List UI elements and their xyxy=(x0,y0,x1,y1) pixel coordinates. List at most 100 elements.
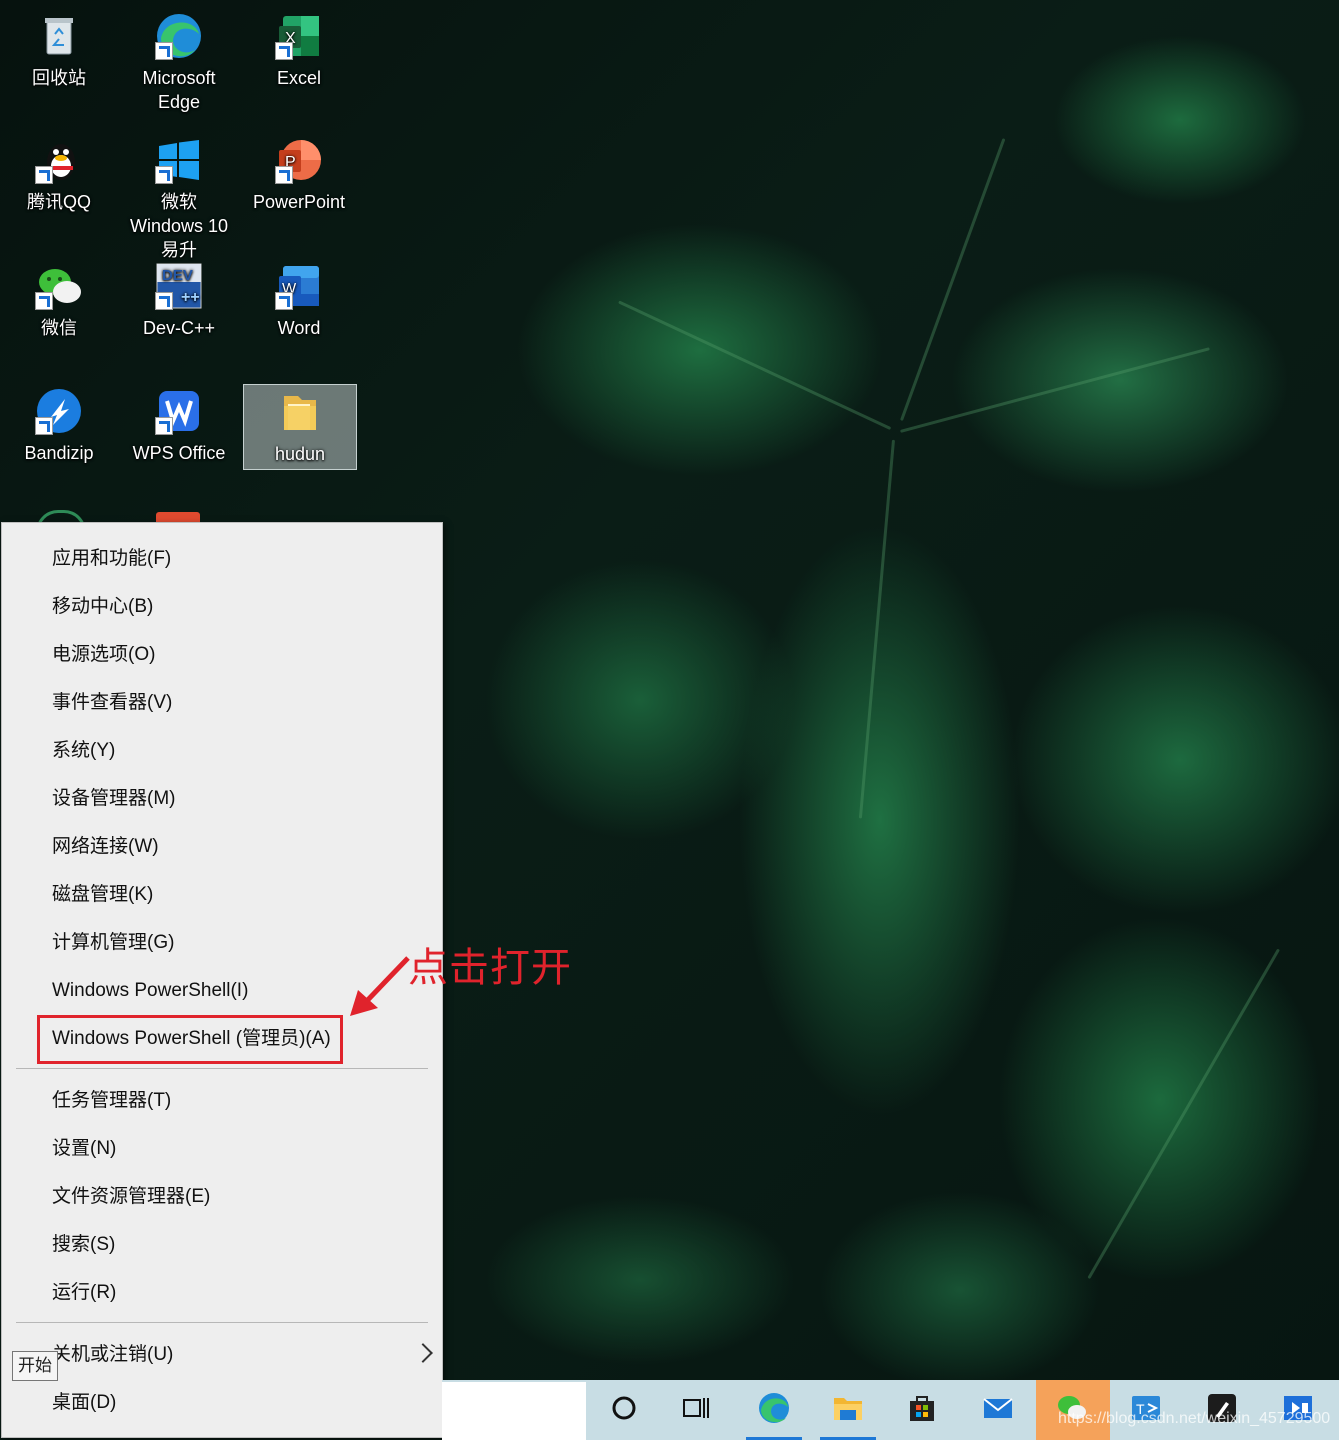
task-view-icon xyxy=(683,1398,709,1418)
taskbar-cortana-button[interactable] xyxy=(594,1380,654,1440)
menu-item-network-connections[interactable]: 网络连接(W) xyxy=(2,823,442,871)
menu-item-label: Windows PowerShell(I) xyxy=(52,980,249,1001)
svg-text:DEV: DEV xyxy=(162,267,193,284)
menu-item-settings[interactable]: 设置(N) xyxy=(2,1125,442,1173)
desktop-icon-edge[interactable]: Microsoft Edge xyxy=(123,4,235,114)
shortcut-arrow-icon xyxy=(275,292,293,310)
wps-icon xyxy=(155,387,203,435)
menu-item-shutdown-signout[interactable]: 关机或注销(U) xyxy=(2,1331,442,1379)
edge-icon xyxy=(759,1393,789,1423)
file-explorer-icon xyxy=(834,1398,862,1420)
menu-item-label: 电源选项(O) xyxy=(52,644,156,665)
desktop-icon-windows-update[interactable]: 微软 Windows 10 易升 xyxy=(123,128,235,262)
shortcut-arrow-icon xyxy=(155,42,173,60)
wallpaper-vein xyxy=(900,347,1210,433)
desktop-icon-qq[interactable]: 腾讯QQ xyxy=(3,128,115,214)
menu-separator xyxy=(16,1068,428,1069)
cortana-icon xyxy=(612,1396,636,1420)
shortcut-arrow-icon xyxy=(35,166,53,184)
shortcut-arrow-icon xyxy=(275,42,293,60)
desktop-icon-excel[interactable]: X Excel xyxy=(243,4,355,90)
menu-item-apps-features[interactable]: 应用和功能(F) xyxy=(2,535,442,583)
menu-item-label: 应用和功能(F) xyxy=(52,548,172,569)
desktop-icon-recycle-bin[interactable]: 回收站 xyxy=(3,4,115,90)
annotation-text: 点击打开 xyxy=(408,946,572,990)
store-icon xyxy=(910,1396,934,1421)
shortcut-arrow-icon xyxy=(155,417,173,435)
menu-item-run[interactable]: 运行(R) xyxy=(2,1269,442,1317)
taskbar-store-button[interactable] xyxy=(892,1380,952,1440)
desktop-icon-wps[interactable]: WPS Office xyxy=(123,379,235,465)
wechat-icon xyxy=(35,262,83,310)
desktop-icon-label: 腾讯QQ xyxy=(26,192,91,212)
taskbar-mail-button[interactable] xyxy=(968,1380,1028,1440)
mail-icon xyxy=(983,1398,1013,1418)
shortcut-arrow-icon xyxy=(155,166,173,184)
bandizip-icon xyxy=(35,387,83,435)
menu-item-disk-management[interactable]: 磁盘管理(K) xyxy=(2,871,442,919)
menu-item-label: 任务管理器(T) xyxy=(52,1090,172,1111)
desktop-icon-label: Bandizip xyxy=(24,443,94,463)
folder-icon xyxy=(276,388,324,436)
taskbar-file-explorer-button[interactable] xyxy=(818,1380,878,1440)
desktop-icon-label: hudun xyxy=(274,444,326,464)
desktop-icon-label: WPS Office xyxy=(132,443,226,463)
menu-item-label: 磁盘管理(K) xyxy=(52,884,154,905)
excel-icon: X xyxy=(275,12,323,60)
menu-item-label: 运行(R) xyxy=(52,1282,117,1303)
taskbar-edge-button[interactable] xyxy=(744,1380,804,1440)
menu-item-label: 事件查看器(V) xyxy=(52,692,173,713)
menu-item-label: 移动中心(B) xyxy=(52,596,154,617)
desktop-icon-powerpoint[interactable]: P PowerPoint xyxy=(243,128,355,214)
word-icon: W xyxy=(275,262,323,310)
desktop-icon-label: 微信 xyxy=(41,318,77,338)
desktop-icon-bandizip[interactable]: Bandizip xyxy=(3,379,115,465)
wallpaper-vein xyxy=(858,439,895,819)
shortcut-arrow-icon xyxy=(275,166,293,184)
shortcut-arrow-icon xyxy=(155,292,173,310)
menu-item-desktop[interactable]: 桌面(D) xyxy=(2,1379,442,1427)
taskbar-search-box[interactable] xyxy=(442,1382,586,1440)
menu-item-file-explorer[interactable]: 文件资源管理器(E) xyxy=(2,1173,442,1221)
menu-item-label: 系统(Y) xyxy=(52,740,116,761)
devcpp-icon: DEV ++ xyxy=(155,262,203,310)
start-tooltip: 开始 xyxy=(12,1351,58,1381)
highlight-box xyxy=(37,1015,343,1064)
wallpaper-vein xyxy=(1087,948,1280,1280)
desktop-icon-devcpp[interactable]: DEV ++ Dev-C++ xyxy=(123,254,235,340)
menu-item-label: 文件资源管理器(E) xyxy=(52,1186,211,1207)
chevron-right-icon xyxy=(413,1343,433,1363)
menu-item-search[interactable]: 搜索(S) xyxy=(2,1221,442,1269)
desktop-icon-label: Dev-C++ xyxy=(142,318,216,338)
menu-item-label: 网络连接(W) xyxy=(52,836,159,857)
desktop-icon-word[interactable]: W Word xyxy=(243,254,355,340)
desktop-icon-label: Word xyxy=(277,318,321,338)
menu-item-label: 计算机管理(G) xyxy=(52,932,175,953)
desktop-icon-label: Excel xyxy=(276,68,321,88)
menu-item-label: 设备管理器(M) xyxy=(52,788,176,809)
wallpaper-vein xyxy=(618,300,892,430)
taskbar-task-view-button[interactable] xyxy=(666,1380,726,1440)
annotation-arrow-icon xyxy=(350,956,410,1016)
windows-icon xyxy=(155,136,203,184)
menu-item-label: 搜索(S) xyxy=(52,1234,116,1255)
menu-item-event-viewer[interactable]: 事件查看器(V) xyxy=(2,679,442,727)
menu-separator xyxy=(16,1322,428,1323)
wallpaper-vein xyxy=(900,138,1006,422)
menu-item-device-manager[interactable]: 设备管理器(M) xyxy=(2,775,442,823)
recycle-bin-icon xyxy=(35,12,83,60)
desktop-icon-wechat[interactable]: 微信 xyxy=(3,254,115,340)
menu-item-mobility-center[interactable]: 移动中心(B) xyxy=(2,583,442,631)
menu-item-system[interactable]: 系统(Y) xyxy=(2,727,442,775)
menu-item-label: 设置(N) xyxy=(52,1138,117,1159)
desktop-icon-label: Microsoft Edge xyxy=(142,68,216,112)
menu-item-power-options[interactable]: 电源选项(O) xyxy=(2,631,442,679)
menu-item-task-manager[interactable]: 任务管理器(T) xyxy=(2,1077,442,1125)
powerpoint-icon: P xyxy=(275,136,323,184)
desktop-icon-hudun-folder[interactable]: hudun xyxy=(243,384,357,470)
menu-item-label: 桌面(D) xyxy=(52,1392,117,1413)
menu-item-label: 关机或注销(U) xyxy=(52,1344,174,1365)
shortcut-arrow-icon xyxy=(35,292,53,310)
shortcut-arrow-icon xyxy=(35,417,53,435)
desktop-icon-label: 微软 Windows 10 易升 xyxy=(129,192,229,260)
